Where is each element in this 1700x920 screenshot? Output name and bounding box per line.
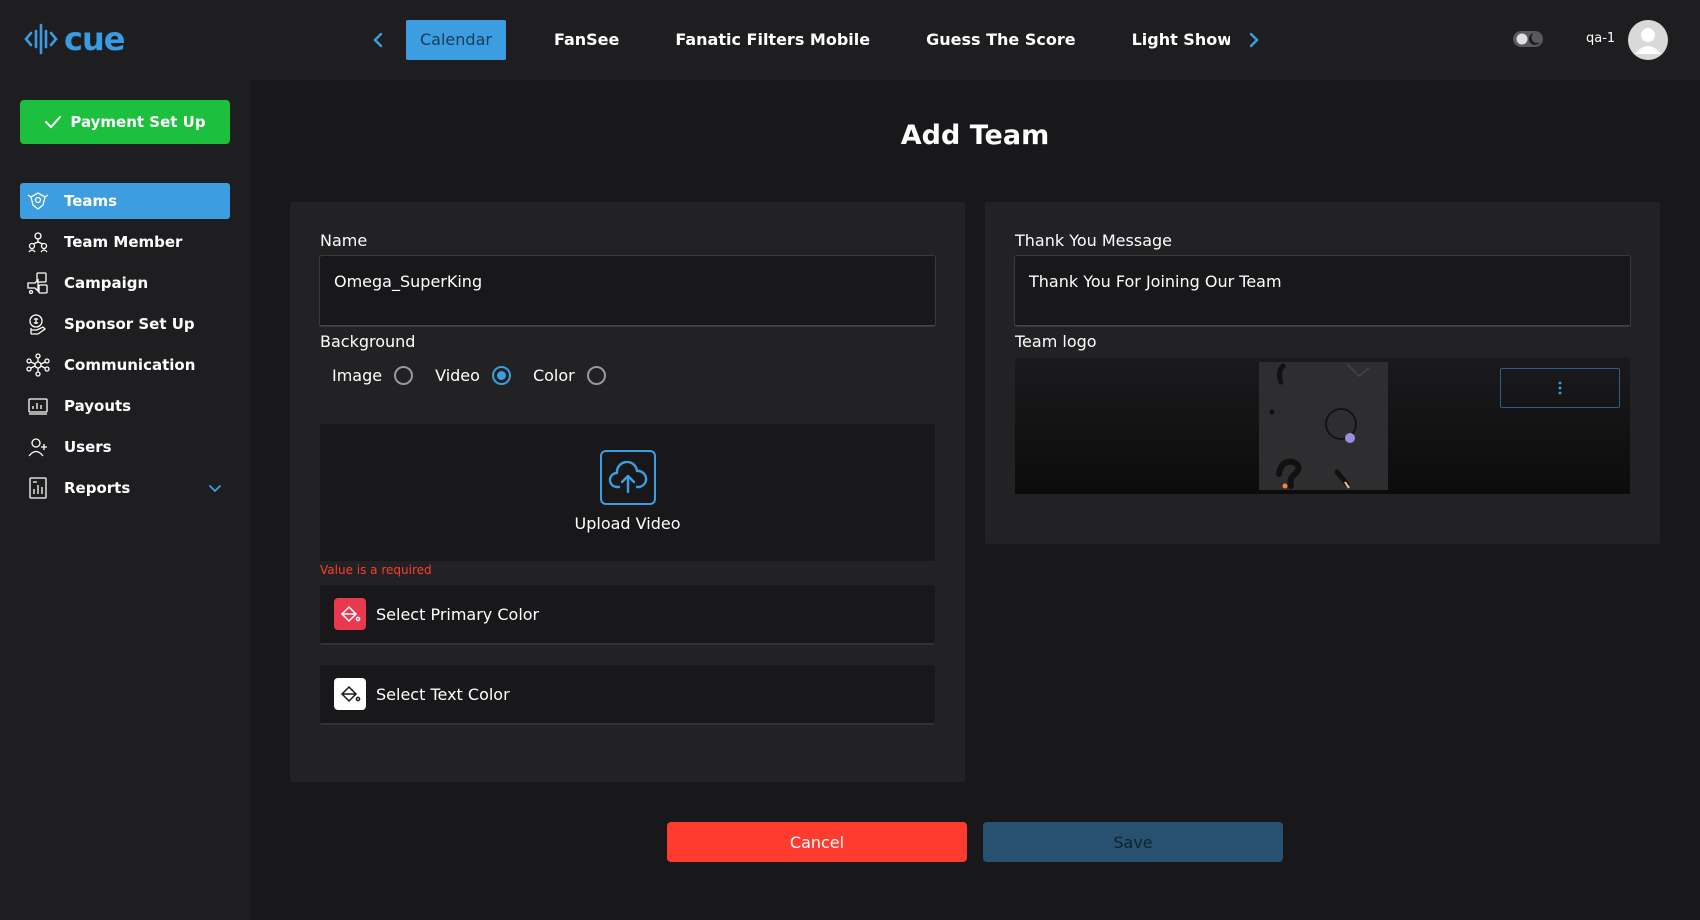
sidebar-item-label: Payouts — [64, 397, 132, 415]
name-input-value: Omega_SuperKing — [334, 272, 483, 291]
name-input[interactable]: Omega_SuperKing — [319, 255, 936, 327]
sidebar-item-campaign[interactable]: Campaign — [20, 265, 230, 301]
teams-icon — [26, 189, 50, 213]
sidebar-nav: Teams Team Member Campaign Sponsor Set U… — [20, 183, 230, 511]
sidebar-item-reports[interactable]: Reports — [20, 470, 230, 506]
top-bar: cue Calendar FanSee Fanatic Filters Mobi… — [0, 0, 1700, 80]
input-underline — [320, 325, 935, 326]
team-logo-preview — [1015, 358, 1630, 494]
team-member-icon — [26, 230, 50, 254]
sidebar-item-label: Reports — [64, 479, 131, 497]
tab-calendar[interactable]: Calendar — [406, 20, 506, 60]
radio-selected-dot — [496, 371, 506, 380]
reports-icon — [26, 476, 50, 500]
sidebar-item-team-member[interactable]: Team Member — [20, 224, 230, 260]
check-icon — [45, 116, 62, 129]
sidebar-item-label: Sponsor Set Up — [64, 315, 195, 333]
user-avatar-icon — [1635, 28, 1661, 54]
payouts-icon — [26, 394, 50, 418]
sidebar-item-users[interactable]: Users — [20, 429, 230, 465]
tabs-strip: Calendar FanSee Fanatic Filters Mobile G… — [406, 18, 1230, 62]
chevron-down-icon[interactable] — [208, 480, 222, 498]
tab-light-show[interactable]: Light Show — [1124, 20, 1230, 60]
radio-video-label: Video — [435, 366, 480, 385]
select-text-color-button[interactable]: Select Text Color — [320, 665, 935, 725]
more-vertical-icon — [1558, 381, 1562, 395]
sidebar-item-label: Team Member — [64, 233, 183, 251]
cancel-button[interactable]: Cancel — [667, 822, 967, 862]
tab-guess-the-score[interactable]: Guess The Score — [918, 20, 1083, 60]
radio-image-label: Image — [332, 366, 383, 385]
campaign-icon — [26, 271, 50, 295]
team-logo-image — [1259, 362, 1388, 490]
sidebar-item-label: Communication — [64, 356, 196, 374]
radio-color[interactable] — [586, 366, 606, 385]
thank-you-message-label: Thank You Message — [1015, 231, 1172, 250]
thank-you-message-value: Thank You For Joining Our Team — [1029, 272, 1282, 291]
radio-image[interactable] — [394, 366, 414, 385]
sidebar-item-sponsor-set-up[interactable]: Sponsor Set Up — [20, 306, 230, 342]
tabs-viewport: Calendar FanSee Fanatic Filters Mobile G… — [406, 18, 1230, 62]
name-label: Name — [320, 231, 368, 250]
save-button[interactable]: Save — [983, 822, 1283, 862]
tabs-next-button[interactable] — [1242, 26, 1266, 54]
sidebar-item-communication[interactable]: Communication — [20, 347, 230, 383]
cloud-upload-icon — [600, 450, 656, 505]
background-error-message: Value is a required — [320, 563, 432, 577]
chevron-right-icon — [1249, 32, 1259, 48]
payment-setup-label: Payment Set Up — [70, 113, 206, 131]
select-primary-color-button[interactable]: Select Primary Color — [320, 585, 935, 645]
user-avatar[interactable] — [1628, 20, 1668, 60]
tabs-prev-button[interactable] — [366, 26, 390, 54]
user-name[interactable]: qa-1 — [1586, 31, 1615, 46]
sidebar-item-label: Teams — [64, 192, 118, 210]
payment-setup-button[interactable]: Payment Set Up — [20, 100, 230, 144]
input-underline — [1015, 325, 1630, 326]
page-title: Add Team — [900, 120, 1050, 151]
tab-fanatic-filters-mobile[interactable]: Fanatic Filters Mobile — [667, 20, 878, 60]
sidebar-item-label: Users — [64, 438, 112, 456]
thank-you-message-input[interactable]: Thank You For Joining Our Team — [1014, 255, 1631, 327]
select-text-color-label: Select Text Color — [376, 684, 510, 704]
theme-toggle-icon — [1513, 31, 1543, 47]
upload-video-label: Upload Video — [574, 514, 681, 533]
chevron-left-icon — [373, 32, 383, 48]
background-label: Background — [320, 332, 416, 351]
radio-color-label: Color — [532, 366, 575, 385]
background-radio-group: Image Video Color — [332, 366, 628, 385]
users-icon — [26, 435, 50, 459]
sidebar-item-payouts[interactable]: Payouts — [20, 388, 230, 424]
sidebar-item-teams[interactable]: Teams — [20, 183, 230, 219]
theme-toggle[interactable] — [1512, 28, 1544, 54]
logo-text: cue — [64, 20, 125, 58]
paint-bucket-icon — [334, 678, 366, 710]
logo-options-button[interactable] — [1500, 368, 1620, 408]
select-primary-color-label: Select Primary Color — [376, 604, 540, 624]
sponsor-icon — [26, 312, 50, 336]
radio-video[interactable] — [491, 366, 511, 385]
cue-wave-icon — [24, 23, 58, 55]
sidebar: Payment Set Up Teams Team Member Campaig… — [0, 80, 250, 920]
tab-fansee[interactable]: FanSee — [546, 20, 627, 60]
team-logo-label: Team logo — [1015, 332, 1097, 351]
sidebar-item-label: Campaign — [64, 274, 149, 292]
paint-bucket-icon — [334, 598, 366, 630]
app-logo[interactable]: cue — [24, 20, 125, 58]
communication-icon — [26, 353, 50, 377]
upload-video-dropzone[interactable]: Upload Video — [320, 424, 935, 561]
